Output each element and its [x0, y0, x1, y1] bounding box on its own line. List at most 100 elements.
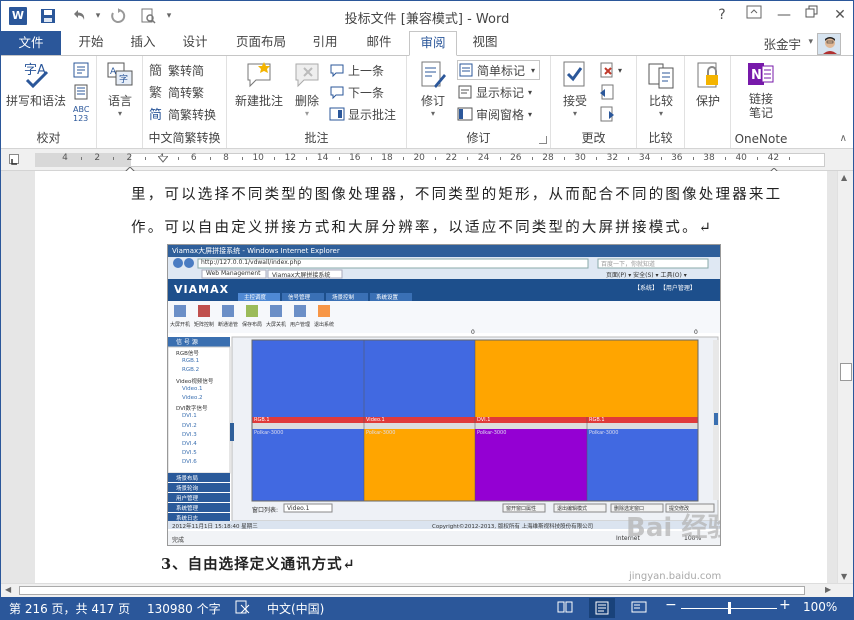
horizontal-scroll-thumb[interactable]	[19, 586, 805, 595]
next-change-button[interactable]	[599, 104, 618, 124]
vertical-scrollbar[interactable]: ▲ ▼	[837, 171, 853, 583]
previous-comment-button[interactable]: 上一条	[329, 60, 384, 80]
user-name[interactable]: 张金宇	[763, 34, 801, 53]
wall-button: 退出编辑模式	[557, 506, 588, 512]
thesaurus-icon[interactable]	[73, 60, 92, 80]
delete-comment-button[interactable]: 删除 ▾	[287, 60, 327, 118]
language-status[interactable]: 中文(中国)	[267, 600, 324, 617]
ruler-tick	[692, 157, 694, 160]
accept-button[interactable]: 接受 ▾	[555, 60, 595, 118]
group-label-compare: 比较	[648, 131, 673, 145]
show-markup-button[interactable]: 显示标记 ▾	[457, 82, 532, 102]
tracking-dialog-launcher-icon[interactable]	[539, 136, 547, 144]
protect-label: 保护	[695, 94, 720, 108]
read-mode-icon[interactable]	[557, 600, 573, 617]
horizontal-scrollbar[interactable]: ◀ ▶	[1, 583, 853, 597]
scroll-right-icon[interactable]: ▶	[825, 585, 831, 594]
horizontal-ruler[interactable]: 4224681012141618202224262830323436384042	[1, 149, 853, 176]
wall-window-sublabel: Polkar-3000	[254, 430, 284, 436]
tab-home[interactable]: 开始	[69, 31, 113, 55]
next-comment-button[interactable]: 下一条	[329, 82, 384, 102]
proofing-status-icon[interactable]	[235, 600, 251, 617]
status-bar: 第 216 页，共 417 页 130980 个字 中文(中国) − + 100…	[1, 597, 853, 619]
scroll-down-icon[interactable]: ▼	[841, 572, 847, 581]
markup-display-select[interactable]: 简单标记 ▾	[457, 60, 541, 80]
page-count[interactable]: 第 216 页，共 417 页	[9, 600, 130, 617]
ruler-number: 14	[316, 153, 329, 163]
wall-window-label: RGB.1	[254, 417, 270, 423]
zero-label-1: 0	[471, 329, 475, 336]
research-icon[interactable]	[73, 82, 92, 102]
vertical-scroll-thumb[interactable]	[840, 363, 852, 381]
tab-design[interactable]: 设计	[173, 31, 217, 55]
tab-mailings[interactable]: 邮件	[357, 31, 401, 55]
tab-review[interactable]: 审阅	[409, 31, 457, 56]
new-comment-button[interactable]: 新建批注	[231, 60, 287, 109]
spelling-icon: 字A	[21, 60, 51, 90]
tab-references[interactable]: 引用	[303, 31, 347, 55]
signal-tree-item: Video.1	[182, 385, 203, 392]
protect-button[interactable]: 保护	[689, 60, 727, 109]
tab-insert[interactable]: 插入	[121, 31, 165, 55]
delete-comment-icon	[292, 60, 322, 90]
show-comments-button[interactable]: 显示批注	[329, 104, 396, 124]
word-count-button[interactable]: ABC 123	[73, 104, 89, 124]
wall-window-sublabel: Polkar-3000	[477, 430, 507, 436]
linked-notes-button[interactable]: N 链接 笔记	[737, 60, 785, 120]
ruler-tick	[499, 157, 501, 160]
ruler-number: 12	[284, 153, 297, 163]
scroll-left-icon[interactable]: ◀	[5, 585, 11, 594]
wall-button: 窗开窗口属性	[506, 506, 537, 512]
reject-button[interactable]: ▾	[599, 60, 622, 80]
print-layout-icon[interactable]	[589, 598, 615, 618]
tab-layout[interactable]: 页面布局	[229, 31, 293, 55]
accept-label: 接受	[562, 94, 587, 108]
group-label-tracking: 修订	[466, 131, 491, 145]
track-changes-button[interactable]: 修订 ▾	[413, 60, 453, 118]
tab-file[interactable]: 文件	[1, 31, 61, 55]
accept-dropdown-icon: ▾	[572, 109, 577, 118]
word-count[interactable]: 130980 个字	[147, 600, 221, 617]
group-protect: 保护	[685, 56, 731, 148]
ribbon-display-options-icon[interactable]	[743, 5, 765, 25]
embedded-screenshot-image[interactable]: Viamax大屏拼接系统 - Windows Internet Explorer…	[167, 244, 721, 546]
ie-tab-1: Web Management	[206, 270, 261, 277]
reviewing-pane-button[interactable]: 审阅窗格 ▾	[457, 104, 532, 124]
user-dropdown-icon[interactable]: ▾	[808, 37, 813, 47]
zoom-in-icon[interactable]: +	[779, 597, 791, 613]
ruler-number: 30	[574, 153, 586, 163]
tab-selector-icon[interactable]	[9, 154, 19, 165]
compare-button[interactable]: 比较 ▾	[641, 60, 681, 118]
web-layout-icon[interactable]	[631, 600, 647, 617]
watermark-url: jingyan.baidu.com	[629, 571, 722, 582]
zoom-level[interactable]: 100%	[803, 600, 837, 614]
zoom-out-icon[interactable]: −	[665, 597, 677, 613]
to-traditional-button[interactable]: 繁简转繁	[149, 82, 204, 102]
viamax-toolbar-item: 矩阵控制	[194, 322, 215, 328]
track-changes-label: 修订	[420, 94, 445, 108]
show-markup-dropdown-icon: ▾	[528, 87, 533, 97]
minimize-button[interactable]: —	[773, 5, 795, 25]
zoom-slider-thumb[interactable]	[728, 602, 731, 614]
document-page[interactable]: 里，可以选择不同类型的图像处理器，不同类型的矩形，从而配合不同的图像处理器来工 …	[35, 171, 827, 583]
conversion-button[interactable]: 简简繁转换	[149, 104, 216, 124]
viamax-nav-tab: 系统设置	[376, 295, 399, 301]
avatar[interactable]	[817, 33, 841, 55]
ruler-number: 24	[477, 153, 490, 163]
help-button[interactable]: ?	[711, 5, 733, 25]
onenote-icon: N	[746, 60, 776, 90]
to-simplified-button[interactable]: 簡繁转简	[149, 60, 204, 80]
restore-button[interactable]	[801, 5, 823, 25]
previous-change-button[interactable]	[599, 82, 618, 102]
close-button[interactable]: ✕	[829, 5, 851, 25]
collapse-ribbon-icon[interactable]: ∧	[840, 133, 847, 144]
ribbon: 字A 拼写和语法 ABC 123 校对 A字 语言 ▾ 簡繁转简 繁简转繁 简简…	[1, 55, 853, 149]
first-line-indent-icon[interactable]	[156, 152, 170, 166]
spelling-grammar-button[interactable]: 字A 拼写和语法	[5, 60, 67, 109]
scroll-up-icon[interactable]: ▲	[841, 173, 847, 182]
previous-change-icon	[599, 84, 615, 100]
tab-view[interactable]: 视图	[463, 31, 507, 55]
simplified-icon: 簡	[149, 62, 165, 79]
language-button[interactable]: A字 语言 ▾	[101, 60, 139, 118]
ruler-number: 42	[767, 153, 780, 163]
